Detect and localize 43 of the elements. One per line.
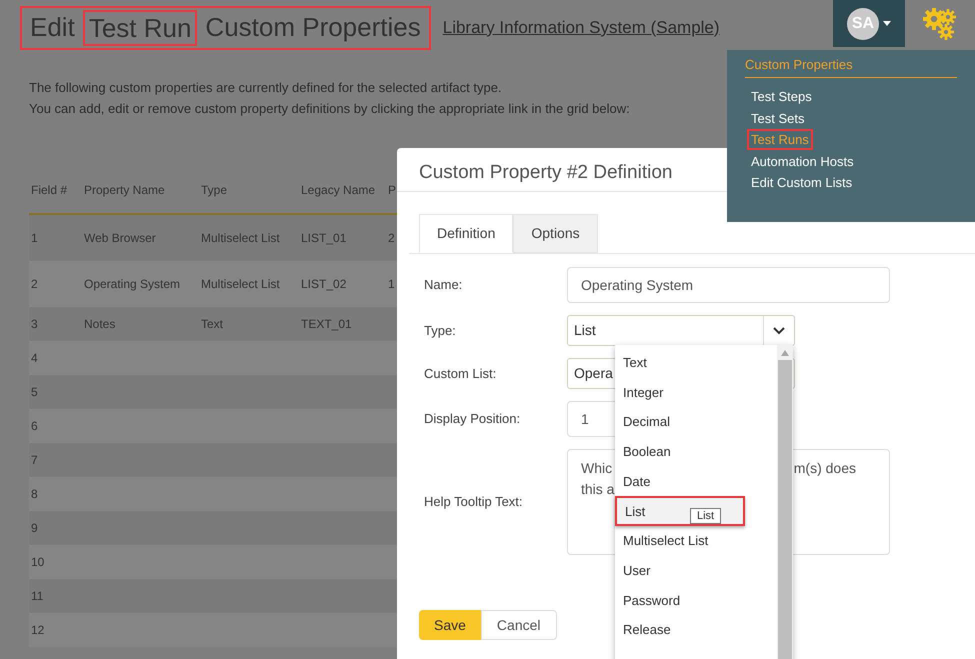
intro-text: The following custom properties are currently defined for the selected artifact type. [29, 79, 503, 97]
table-cell-text: 7 [30, 452, 39, 469]
intro-text: You can add, edit or remove custom property definitions by clicking the appropriate link in the grid below: [29, 100, 631, 118]
table-cell-text: 11 [30, 588, 44, 605]
field-label: Display Position: [424, 410, 522, 428]
table-cell-text: Multiselect List [200, 276, 281, 293]
table-cell-text: 1 [387, 276, 396, 293]
table-cell-text: 5 [30, 384, 39, 401]
table-cell-text: 1 [30, 230, 39, 247]
field-label: Name: [424, 276, 464, 294]
table-cell-text: 2 [387, 230, 396, 247]
page-title: Custom Properties [205, 11, 421, 44]
field-label: Type: [424, 322, 457, 340]
column-header: Legacy Name [300, 182, 376, 199]
table-cell-text: 6 [30, 418, 39, 435]
column-header: Field # [30, 182, 68, 199]
table-cell-text: Multiselect List [200, 230, 281, 247]
column-header: Type [200, 182, 228, 199]
table-cell-text: Notes [83, 316, 116, 333]
table-cell-text: LIST_01 [300, 230, 348, 247]
table-cell-text: 4 [30, 350, 39, 367]
table-cell-text: 9 [30, 520, 39, 537]
column-header: Property Name [83, 182, 166, 199]
tooltip-text: this a [581, 480, 614, 499]
table-cell-text: TEXT_01 [300, 316, 353, 333]
table-cell-text: Operating System [83, 276, 182, 293]
table-cell-text: 3 [30, 316, 39, 333]
menu-heading: Custom Properties [745, 56, 957, 78]
page-title-artifact: Test Run [82, 10, 198, 46]
table-cell-text: Text [200, 316, 224, 333]
table-cell-text: Web Browser [83, 230, 157, 247]
tooltip-text: m(s) does [794, 459, 857, 478]
page-title: Edit [30, 11, 75, 44]
table-cell-text: 2 [30, 276, 39, 293]
table-cell-text: LIST_02 [300, 276, 348, 293]
table-cell-text: 10 [30, 554, 46, 571]
column-header: P [387, 182, 396, 199]
field-label: Custom List: [424, 364, 498, 383]
table-cell-text: 12 [30, 622, 46, 639]
table-cell-text: 8 [30, 486, 39, 503]
tooltip-text: Whic [581, 459, 614, 478]
hover-tooltip: List [690, 508, 722, 524]
field-label: Help Tooltip Text: [424, 493, 524, 512]
